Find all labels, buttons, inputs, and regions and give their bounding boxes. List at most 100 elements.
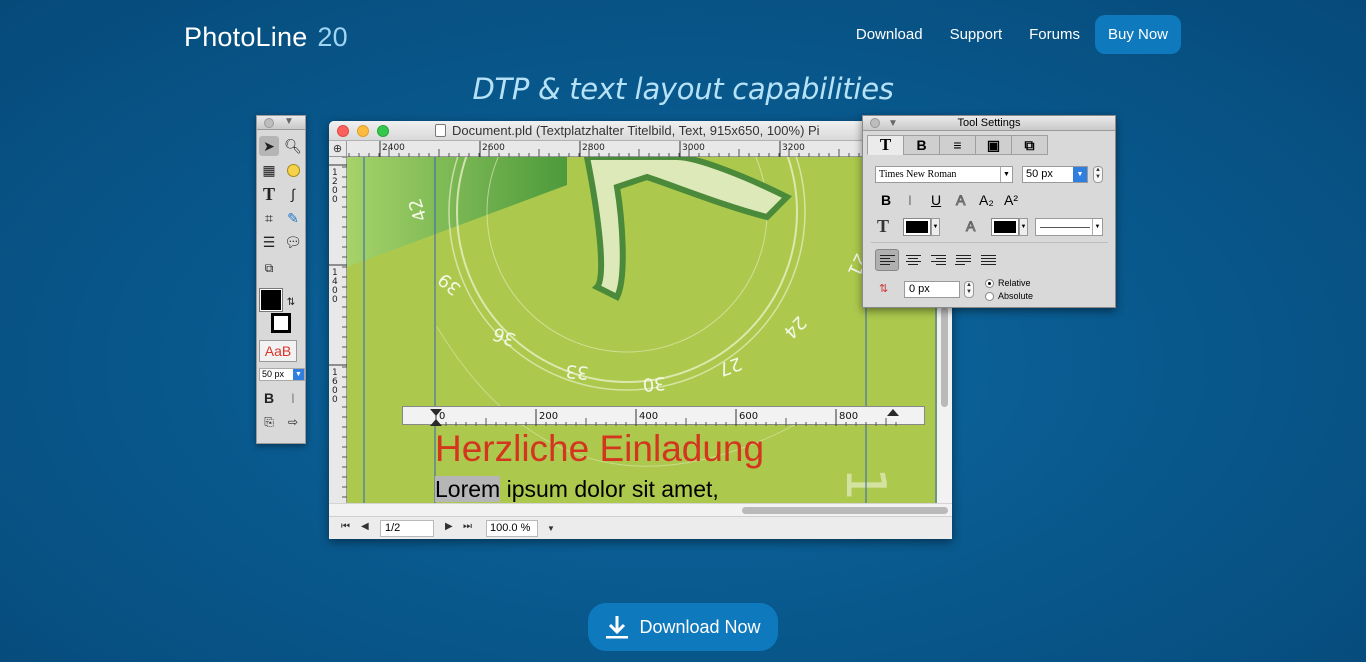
selected-text: Lorem bbox=[435, 476, 501, 502]
bold-button[interactable]: B bbox=[881, 192, 891, 208]
close-icon[interactable] bbox=[870, 118, 880, 128]
chevron-down-icon: ▼ bbox=[1073, 167, 1087, 182]
align-left-button[interactable] bbox=[875, 249, 899, 271]
buy-now-button[interactable]: Buy Now bbox=[1094, 15, 1181, 54]
font-size-select[interactable]: 50 px ▼ bbox=[259, 368, 305, 381]
download-now-button[interactable]: Download Now bbox=[588, 603, 778, 651]
nav-forums[interactable]: Forums bbox=[1029, 26, 1080, 43]
crop-tool-icon[interactable]: ⌗ bbox=[259, 208, 279, 228]
list-tool-icon[interactable]: ☰ bbox=[259, 232, 279, 252]
window-close-button[interactable] bbox=[337, 125, 349, 137]
chevron-down-icon[interactable]: ▼ bbox=[1019, 218, 1028, 236]
body-text[interactable]: Lorem ipsum dolor sit amet, bbox=[435, 476, 719, 503]
chevron-down-icon: ▼ bbox=[293, 369, 304, 380]
ruler-label: 0 bbox=[332, 195, 338, 205]
window-zoom-button[interactable] bbox=[377, 125, 389, 137]
font-size-value: 50 px bbox=[262, 369, 285, 379]
align-center-button[interactable] bbox=[901, 249, 925, 271]
nav-support[interactable]: Support bbox=[950, 26, 1003, 43]
background-color-swatch[interactable] bbox=[271, 313, 291, 333]
absolute-radio[interactable]: Absolute bbox=[985, 291, 1033, 301]
speech-bubble-tool-icon[interactable]: 💬︎ bbox=[283, 232, 303, 252]
tab-text[interactable]: T bbox=[867, 135, 904, 155]
shape-tool-icon[interactable] bbox=[283, 160, 303, 180]
last-page-icon[interactable]: ⏭ bbox=[463, 521, 472, 532]
brand-logo[interactable]: PhotoLine 20 bbox=[184, 22, 348, 53]
next-page-icon[interactable]: ▶ bbox=[445, 521, 453, 532]
document-titlebar[interactable]: Document.pld (Textplatzhalter Titelbild,… bbox=[329, 121, 952, 141]
font-size-value: 50 px bbox=[1026, 168, 1053, 180]
vertical-ruler[interactable]: 120014001600 bbox=[329, 156, 347, 503]
horizontal-scrollbar[interactable] bbox=[329, 503, 952, 516]
close-icon[interactable] bbox=[264, 118, 274, 128]
underline-button[interactable]: U bbox=[931, 192, 941, 208]
ruler-label: 2400 bbox=[382, 143, 405, 153]
font-size-stepper[interactable]: ▲ ▼ bbox=[1093, 166, 1103, 183]
ruler-origin-icon[interactable]: ⊕ bbox=[329, 141, 347, 157]
nav-download[interactable]: Download bbox=[856, 26, 923, 43]
italic-button[interactable]: I bbox=[283, 388, 303, 408]
headline-text[interactable]: Herzliche Einladung bbox=[435, 428, 764, 470]
layers-tool-icon[interactable]: ⧉ bbox=[259, 258, 279, 278]
align-justify-button[interactable] bbox=[951, 249, 975, 271]
tools-palette: ▼ ➤ 🔍︎ ▦ T ∫ ⌗ ✎ ☰ 💬︎ ⧉ ⇅ AaB 50 px ▼ B … bbox=[256, 115, 306, 444]
tab-transform[interactable]: ⧉ bbox=[1011, 135, 1048, 155]
download-now-label: Download Now bbox=[639, 616, 761, 637]
vertical-scroll-thumb[interactable] bbox=[941, 307, 948, 407]
align-right-button[interactable] bbox=[926, 249, 950, 271]
superscript-button[interactable]: A² bbox=[1004, 192, 1018, 208]
text-color-swatch[interactable] bbox=[903, 218, 931, 236]
brand-version: 20 bbox=[317, 22, 348, 52]
horizontal-scroll-thumb[interactable] bbox=[742, 507, 948, 514]
bold-button[interactable]: B bbox=[259, 388, 279, 408]
spacing-input[interactable]: 0 px bbox=[904, 281, 960, 298]
text-frame-ruler-ticks: 0 200 400 600 800 bbox=[430, 409, 899, 426]
tab-frame[interactable]: ▣ bbox=[975, 135, 1012, 155]
tab-paragraph[interactable]: ≡ bbox=[939, 135, 976, 155]
zoom-input[interactable]: 100.0 % bbox=[486, 520, 538, 537]
chevron-down-icon[interactable]: ▼ bbox=[931, 218, 940, 236]
grid-select-tool-icon[interactable]: ▦ bbox=[259, 160, 279, 180]
italic-button[interactable]: I bbox=[908, 192, 912, 208]
collapse-icon[interactable]: ▼ bbox=[888, 116, 898, 131]
document-statusbar: ⏮ ◀ 1/2 ▶ ⏭ 100.0 % ▼ bbox=[329, 516, 952, 539]
line-style-select[interactable]: ▼ bbox=[1035, 218, 1103, 236]
first-page-icon[interactable]: ⏮ bbox=[341, 521, 350, 532]
tool-settings-panel: ▼ Tool Settings T B ≡ ▣ ⧉ Times New Roma… bbox=[862, 115, 1116, 308]
text-frame-ruler[interactable]: 0 200 400 600 800 bbox=[402, 406, 925, 426]
tab-stop-icon[interactable] bbox=[887, 409, 899, 416]
text-frame-icon[interactable]: ⎘ bbox=[259, 412, 279, 432]
zoom-dropdown-icon[interactable]: ▼ bbox=[547, 524, 555, 533]
subscript-button[interactable]: A₂ bbox=[979, 192, 994, 208]
path-tool-icon[interactable]: ∫ bbox=[283, 184, 303, 204]
tool-settings-titlebar[interactable]: ▼ Tool Settings bbox=[863, 116, 1115, 131]
ruler-label: 600 bbox=[739, 411, 758, 422]
align-full-justify-button[interactable] bbox=[976, 249, 1000, 271]
pointer-tool-icon[interactable]: ➤ bbox=[259, 136, 279, 156]
eyedropper-tool-icon[interactable]: ✎ bbox=[283, 208, 303, 228]
outline-color-icon: A bbox=[965, 218, 976, 235]
swap-colors-icon[interactable]: ⇅ bbox=[284, 292, 298, 312]
outline-button[interactable]: A bbox=[955, 192, 965, 209]
document-icon bbox=[435, 124, 446, 137]
font-family-select[interactable]: Times New Roman ▼ bbox=[875, 166, 1013, 183]
window-minimize-button[interactable] bbox=[357, 125, 369, 137]
text-style-sample[interactable]: AaB bbox=[259, 340, 297, 362]
foreground-color-swatch[interactable] bbox=[259, 288, 283, 312]
text-flow-icon[interactable]: ⇨ bbox=[283, 412, 303, 432]
spacing-stepper[interactable]: ▲ ▼ bbox=[964, 281, 974, 298]
chevron-down-icon: ▼ bbox=[1000, 167, 1012, 182]
outline-color-swatch[interactable] bbox=[991, 218, 1019, 236]
tools-titlebar[interactable]: ▼ bbox=[257, 116, 305, 130]
collapse-icon[interactable]: ▼ bbox=[284, 116, 294, 127]
zoom-tool-icon[interactable]: 🔍︎ bbox=[283, 136, 303, 156]
relative-radio[interactable]: Relative bbox=[985, 278, 1031, 288]
tab-bold[interactable]: B bbox=[903, 135, 940, 155]
page-input[interactable]: 1/2 bbox=[380, 520, 434, 537]
prev-page-icon[interactable]: ◀ bbox=[361, 521, 369, 532]
ruler-label: 200 bbox=[539, 411, 558, 422]
ruler-label: 3200 bbox=[782, 143, 805, 153]
text-tool-icon[interactable]: T bbox=[259, 184, 279, 204]
font-size-select[interactable]: 50 px ▼ bbox=[1022, 166, 1088, 183]
ruler-label: 400 bbox=[639, 411, 658, 422]
